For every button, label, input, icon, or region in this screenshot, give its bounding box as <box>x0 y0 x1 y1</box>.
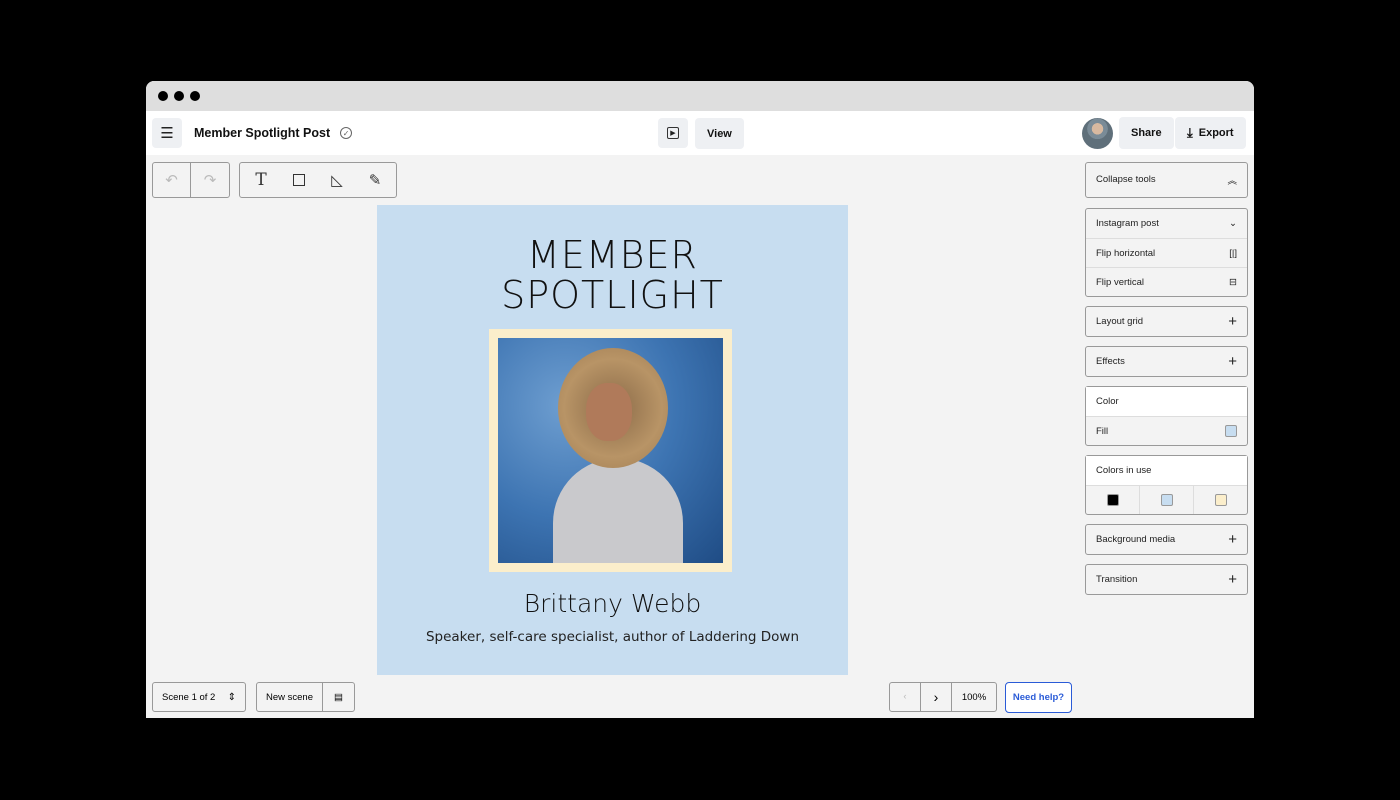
scene-label: Scene 1 of 2 <box>162 691 216 703</box>
plus-icon: + <box>1228 531 1237 548</box>
format-label: Instagram post <box>1096 218 1159 229</box>
color-heading: Color <box>1086 387 1247 416</box>
photo-frame[interactable] <box>489 329 732 572</box>
background-media-label: Background media <box>1096 534 1176 545</box>
layout-icon[interactable]: ▤ <box>323 692 354 703</box>
colors-in-use-label: Colors in use <box>1096 465 1152 476</box>
member-name[interactable]: Brittany Webb <box>377 589 848 618</box>
colors-in-use-heading: Colors in use <box>1086 456 1247 485</box>
background-media-button[interactable]: Background media + <box>1085 524 1248 555</box>
fill-swatch[interactable] <box>1225 425 1237 437</box>
download-icon: ⤓ <box>1187 125 1193 140</box>
color-section: Color Fill <box>1085 386 1248 446</box>
shape-icon: ◺ <box>331 172 343 189</box>
pen-icon: ✎ <box>368 172 382 189</box>
document-title[interactable]: Member Spotlight Post <box>194 126 330 140</box>
member-subtitle[interactable]: Speaker, self-care specialist, author of… <box>377 629 848 645</box>
color-swatch-blue[interactable] <box>1140 486 1194 514</box>
flip-v-label: Flip vertical <box>1096 276 1145 288</box>
window-dot[interactable] <box>174 91 184 101</box>
flip-vertical-icon: ⊟ <box>1229 276 1237 288</box>
text-icon: T <box>255 170 267 190</box>
help-button[interactable]: Need help? <box>1005 682 1072 713</box>
transition-label: Transition <box>1096 574 1138 585</box>
layout-grid-label: Layout grid <box>1096 316 1144 327</box>
collapse-label: Collapse tools <box>1096 174 1156 185</box>
check-circle-icon: ✓ <box>340 127 353 139</box>
preview-button[interactable]: ▶ <box>658 118 688 148</box>
flip-horizontal-button[interactable]: Flip horizontal [|] <box>1086 238 1247 267</box>
hamburger-icon: ☰ <box>160 125 174 142</box>
colors-in-use-section: Colors in use <box>1085 455 1248 515</box>
plus-icon: + <box>1228 353 1237 370</box>
heading-line: MEMBER <box>527 233 698 277</box>
effects-button[interactable]: Effects + <box>1085 346 1248 377</box>
artboard[interactable]: MEMBER SPOTLIGHT Brittany Webb Speaker, s… <box>377 205 848 675</box>
image-tool[interactable] <box>280 163 318 197</box>
color-swatch-black[interactable] <box>1086 486 1140 514</box>
previous-button[interactable]: ‹ <box>890 683 921 711</box>
window-dot[interactable] <box>158 91 168 101</box>
member-photo[interactable] <box>498 338 723 563</box>
chevrons-up-icon: ︽ <box>1227 175 1237 187</box>
plus-icon: + <box>1228 571 1237 588</box>
chevron-down-icon: ⌄ <box>1229 218 1237 229</box>
undo-button[interactable]: ↶ <box>153 163 191 197</box>
export-label: Export <box>1198 127 1234 139</box>
app-window: ☰ Member Spotlight Post ✓ ▶ View Share ⤓… <box>146 81 1254 718</box>
insert-toolbar: T ◺ ✎ <box>239 162 397 198</box>
collapse-tools-button[interactable]: Collapse tools ︽ <box>1085 162 1248 198</box>
zoom-controls: ‹ › 100% <box>889 682 997 712</box>
effects-label: Effects <box>1096 356 1125 367</box>
play-icon: ▶ <box>667 127 679 139</box>
artboard-heading[interactable]: MEMBER SPOTLIGHT <box>377 235 848 315</box>
format-section: Instagram post ⌄ Flip horizontal [|] Flip … <box>1085 208 1248 297</box>
plus-icon: + <box>1228 313 1237 330</box>
new-scene-button[interactable]: New scene <box>257 683 323 711</box>
image-icon <box>293 174 305 186</box>
fill-row[interactable]: Fill <box>1086 416 1247 445</box>
next-button[interactable]: › <box>921 683 952 711</box>
undo-icon: ↶ <box>165 172 178 189</box>
pen-tool[interactable]: ✎ <box>356 163 394 197</box>
fill-label: Fill <box>1096 425 1109 437</box>
menu-button[interactable]: ☰ <box>152 118 182 148</box>
redo-icon: ↷ <box>203 172 217 189</box>
color-label: Color <box>1096 396 1119 407</box>
color-swatch-cream[interactable] <box>1194 486 1247 514</box>
layout-grid-button[interactable]: Layout grid + <box>1085 306 1248 337</box>
history-toolbar: ↶ ↷ <box>152 162 230 198</box>
text-tool[interactable]: T <box>242 163 280 197</box>
export-button[interactable]: ⤓ Export <box>1175 117 1246 149</box>
avatar[interactable] <box>1082 118 1113 149</box>
new-scene-group: New scene ▤ <box>256 682 355 712</box>
window-dot[interactable] <box>190 91 200 101</box>
flip-horizontal-icon: [|] <box>1229 247 1237 259</box>
share-button[interactable]: Share <box>1119 117 1174 149</box>
window-titlebar <box>146 81 1254 111</box>
view-button[interactable]: View <box>695 118 744 149</box>
redo-button[interactable]: ↷ <box>191 163 229 197</box>
color-swatches <box>1086 485 1247 514</box>
format-select[interactable]: Instagram post ⌄ <box>1086 209 1247 238</box>
shape-tool[interactable]: ◺ <box>318 163 356 197</box>
header: ☰ Member Spotlight Post ✓ ▶ View Share ⤓… <box>146 111 1254 155</box>
zoom-level[interactable]: 100% <box>952 692 996 703</box>
heading-line: SPOTLIGHT <box>501 273 724 317</box>
chevron-updown-icon: ⇕ <box>227 691 236 703</box>
transition-button[interactable]: Transition + <box>1085 564 1248 595</box>
scene-selector[interactable]: Scene 1 of 2 ⇕ <box>152 682 246 712</box>
flip-h-label: Flip horizontal <box>1096 247 1156 259</box>
flip-vertical-button[interactable]: Flip vertical ⊟ <box>1086 267 1247 296</box>
